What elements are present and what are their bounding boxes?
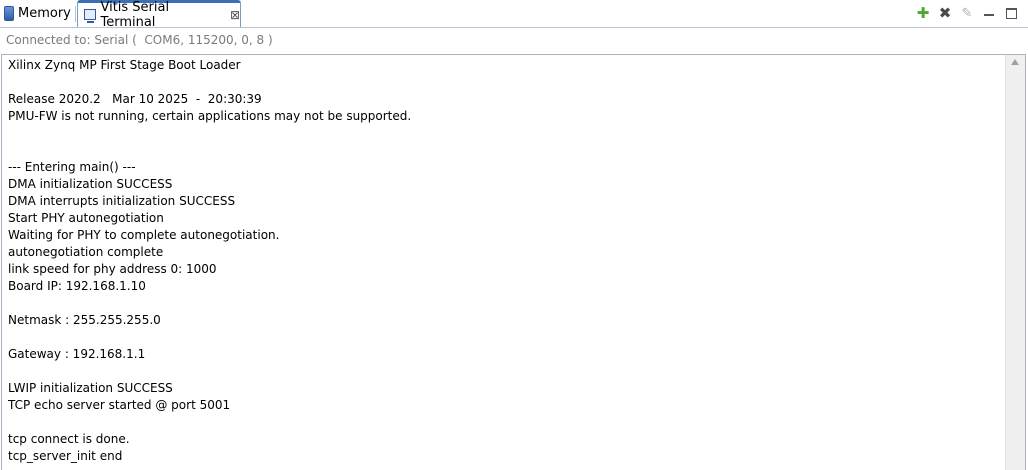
console-line: Xilinx Zynq MP First Stage Boot Loader [8,58,241,72]
console-line: PMU-FW is not running, certain applicati… [8,109,412,123]
minimize-icon [984,14,994,16]
tab-memory[interactable]: Memory [0,1,76,26]
view-toolbar: ✚ ✖ ✎ [912,3,1022,23]
console-line: link speed for phy address 0: 1000 [8,262,217,276]
tab-bar: Memory Vitis Serial Terminal ⊠ ✚ ✖ ✎ [0,0,1028,30]
console-line: DMA initialization SUCCESS [8,177,173,191]
tab-separator [75,6,76,22]
console-line: tcp_server_init end [8,449,123,463]
tab-vitis-serial-terminal[interactable]: Vitis Serial Terminal ⊠ [77,0,241,30]
tab-terminal-label: Vitis Serial Terminal [100,0,170,30]
remove-icon: ✖ [938,3,952,22]
vertical-scrollbar[interactable] [1005,55,1025,470]
maximize-button[interactable] [1000,3,1022,23]
clear-console-button[interactable]: ✎ [956,3,978,23]
console-line: Waiting for PHY to complete autonegotiat… [8,228,280,242]
add-icon: ✚ [916,3,930,22]
console-line: Release 2020.2 Mar 10 2025 - 20:30:39 [8,92,262,106]
console-line: tcp connect is done. [8,432,130,446]
console-line: Board IP: 192.168.1.10 [8,279,146,293]
remove-port-button[interactable]: ✖ [934,3,956,23]
console-line: DMA interrupts initialization SUCCESS [8,194,236,208]
maximize-icon [1005,7,1017,19]
console-line: TCP echo server started @ port 5001 [8,398,231,412]
memory-icon [4,6,14,21]
console-text: Xilinx Zynq MP First Stage Boot Loader Re… [8,57,1001,465]
minimize-button[interactable] [978,3,1000,23]
console-line: Gateway : 192.168.1.1 [8,347,146,361]
console-line: --- Entering main() --- [8,160,136,174]
console-line: autonegotiation complete [8,245,164,259]
clear-icon: ✎ [961,5,973,21]
add-port-button[interactable]: ✚ [912,3,934,23]
console-line: Start PHY autonegotiation [8,211,164,225]
console-line: Netmask : 255.255.255.0 [8,313,161,327]
terminal-icon [84,9,97,23]
close-tab-icon[interactable]: ⊠ [230,9,240,21]
connection-status: Connected to: Serial ( COM6, 115200, 0, … [6,33,273,47]
scroll-up-arrow-icon[interactable] [1011,59,1019,65]
tab-memory-label: Memory [18,6,71,21]
serial-console-output[interactable]: Xilinx Zynq MP First Stage Boot Loader Re… [1,54,1026,470]
console-line: LWIP initialization SUCCESS [8,381,173,395]
